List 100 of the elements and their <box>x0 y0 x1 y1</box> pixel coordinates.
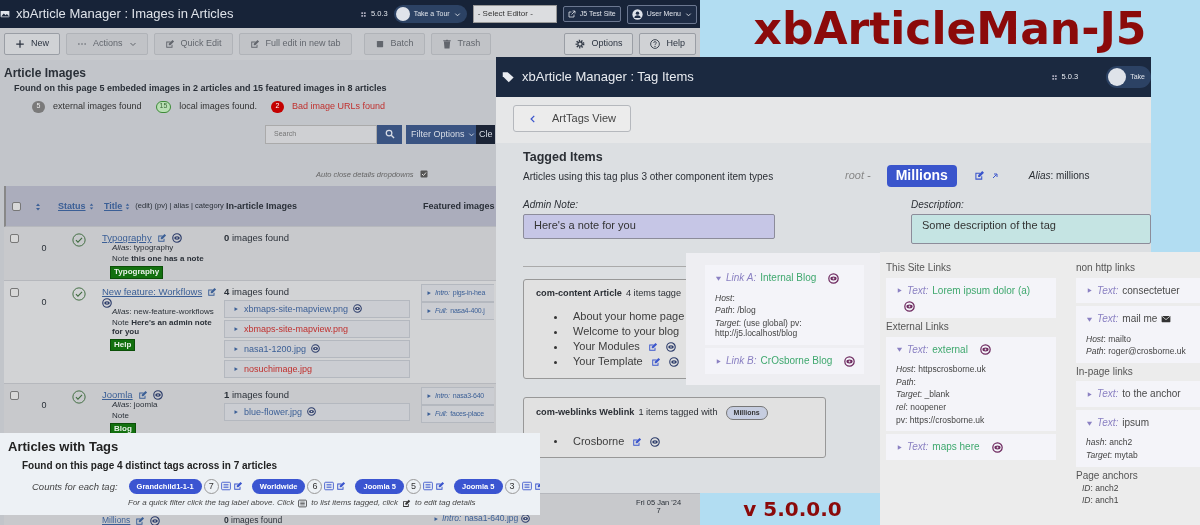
checkbox[interactable] <box>10 391 19 401</box>
banner-title: xbArticleMan-J5 <box>753 2 1147 56</box>
link-toggle[interactable]: Text: mail me <box>1086 313 1198 326</box>
summary-text: Found on this page 5 embeded images in 2 articles and 15 featured images in 8 articles <box>14 83 387 95</box>
preview-icon[interactable] <box>650 436 661 447</box>
published-icon[interactable] <box>72 233 86 247</box>
logo-icon <box>1050 73 1058 81</box>
group-count: 1 items tagged with <box>638 407 718 419</box>
filter-button[interactable]: Filter Options <box>406 124 476 144</box>
checkbox[interactable] <box>12 202 21 212</box>
list-icon[interactable] <box>423 481 433 492</box>
chevron-down-icon <box>453 10 461 18</box>
count-label: local images found. <box>179 101 257 113</box>
preview-icon[interactable] <box>991 441 1003 453</box>
images-count: 4 images found <box>224 287 290 298</box>
image-item[interactable]: nosuchimage.jpg <box>224 359 410 378</box>
preview-icon[interactable] <box>828 272 840 284</box>
edit-icon[interactable] <box>647 342 658 352</box>
preview-icon[interactable] <box>844 355 856 367</box>
column-sort-link[interactable]: Status <box>58 200 95 212</box>
article-title-link[interactable]: Millions <box>102 516 131 525</box>
user-icon <box>631 8 643 20</box>
clear-button[interactable]: Cle <box>476 124 495 144</box>
image-item[interactable]: nasa1-1200.jpg <box>224 339 410 358</box>
edit-icon[interactable] <box>336 481 347 492</box>
published-icon[interactable] <box>72 287 86 301</box>
preview-icon[interactable] <box>152 390 163 401</box>
link-toggle[interactable]: Text: ipsum <box>1086 416 1198 430</box>
image-item[interactable]: xbmaps-site-mapview.png <box>224 319 410 338</box>
edit-icon[interactable] <box>137 390 148 401</box>
link-toggle[interactable]: Text: external <box>896 343 1048 356</box>
caret-right-icon <box>896 287 903 295</box>
caret-right-icon <box>233 345 239 352</box>
link-detail: Path: <box>896 376 917 388</box>
preview-icon[interactable] <box>904 301 915 312</box>
group-title: com-content Article <box>536 288 622 300</box>
plus-icon <box>15 39 25 49</box>
item-title: Your Template <box>573 355 643 369</box>
preview-icon[interactable] <box>102 297 112 308</box>
image-item[interactable]: xbmaps-site-mapview.png <box>224 299 410 318</box>
link-detail: Target: _blank <box>896 389 951 400</box>
list-icon[interactable] <box>521 481 532 492</box>
toolbar-button[interactable]: Options <box>564 33 634 55</box>
hint-text: to edit tag details <box>415 498 476 509</box>
edit-icon[interactable] <box>632 436 643 447</box>
article-title-link[interactable]: Typography <box>102 233 152 244</box>
image-item[interactable]: blue-flower.jpg <box>224 402 410 421</box>
link-toggle[interactable]: Link A: Internal Blog <box>715 272 856 285</box>
edit-icon[interactable] <box>973 170 985 182</box>
caret-down-icon <box>715 274 722 282</box>
images-count: 0 images found <box>224 516 284 525</box>
edit-icon[interactable] <box>156 233 167 244</box>
list-icon[interactable] <box>220 481 231 492</box>
edit-icon[interactable] <box>650 357 661 367</box>
preview-icon[interactable] <box>665 342 676 352</box>
edit-icon[interactable] <box>232 481 243 492</box>
note-field[interactable]: Here's a note for you <box>523 214 775 239</box>
alias-text: Alias: millions <box>1028 169 1090 182</box>
editor-select[interactable]: - Select Editor - <box>472 5 557 23</box>
checkbox[interactable] <box>10 234 19 244</box>
external-link-icon <box>567 10 576 18</box>
article-title-link[interactable]: New feature: Workflows <box>102 287 203 298</box>
edit-icon[interactable] <box>435 481 445 492</box>
featured-image-item[interactable]: Intro: nasa1-640.jpg <box>421 514 621 524</box>
counts-label: Counts for each tag: <box>32 480 118 493</box>
preview-icon[interactable] <box>979 344 991 356</box>
chevron-down-icon <box>467 130 475 138</box>
column-sort-link[interactable]: Title <box>104 200 132 212</box>
preview-icon <box>311 344 321 354</box>
list-icon[interactable] <box>324 481 335 492</box>
note-text: Note this one has a note <box>112 254 205 264</box>
published-icon[interactable] <box>72 390 86 404</box>
preview-icon[interactable] <box>668 357 679 367</box>
edit-icon[interactable] <box>135 516 146 525</box>
back-button[interactable]: ArtTags View <box>513 105 631 132</box>
caret-right-icon <box>1086 287 1093 295</box>
toolbar-button[interactable]: Help <box>639 33 696 55</box>
chevron-left-icon <box>528 113 538 124</box>
preview-icon[interactable] <box>150 516 161 525</box>
sort-icon[interactable] <box>34 202 42 211</box>
article-title-link[interactable]: Joomla <box>102 390 133 401</box>
caret-right-icon <box>233 408 239 415</box>
description-field[interactable]: Some description of the tag <box>911 214 1151 244</box>
alias-text: Alias: typography <box>112 243 175 253</box>
item-title: Your Modules <box>573 340 640 354</box>
count-label: external images found <box>53 101 142 113</box>
mail-icon <box>1161 314 1172 325</box>
trash-icon <box>441 39 452 49</box>
parent-path: root - <box>845 168 871 183</box>
edit-icon <box>249 39 260 49</box>
edit-icon[interactable] <box>207 287 218 298</box>
checkbox[interactable] <box>10 288 19 298</box>
arrow-icon[interactable] <box>990 171 999 180</box>
checkbox[interactable] <box>419 170 428 179</box>
search-button[interactable] <box>377 124 402 144</box>
field-label: Admin Note: <box>523 198 580 211</box>
preview-icon[interactable] <box>171 233 182 244</box>
edit-icon[interactable] <box>533 481 540 492</box>
group-count: 4 items tagge <box>625 288 682 300</box>
toolbar-button[interactable]: New <box>4 33 60 55</box>
